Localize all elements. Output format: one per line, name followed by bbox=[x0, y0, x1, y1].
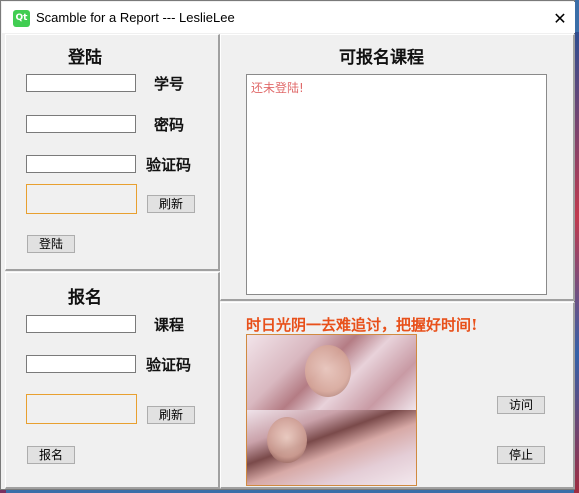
enroll-captcha-image bbox=[26, 394, 137, 424]
login-heading: 登陆 bbox=[68, 48, 102, 68]
login-captcha-image bbox=[26, 184, 137, 214]
app-window: Qt Scamble for a Report --- LeslieLee ✕ … bbox=[0, 0, 575, 490]
login-captcha-label: 验证码 bbox=[146, 156, 192, 174]
course-input[interactable] bbox=[26, 315, 136, 333]
stop-button[interactable]: 停止 bbox=[497, 446, 545, 464]
photo-figure-2 bbox=[267, 417, 307, 463]
enroll-heading: 报名 bbox=[68, 288, 102, 308]
photo-slideshow bbox=[246, 334, 417, 486]
login-refresh-button[interactable]: 刷新 bbox=[147, 195, 195, 213]
enroll-captcha-label: 验证码 bbox=[146, 356, 192, 374]
close-icon: ✕ bbox=[553, 9, 567, 28]
student-id-label: 学号 bbox=[154, 75, 185, 93]
course-list[interactable]: 还未登陆! bbox=[246, 74, 547, 295]
visit-button[interactable]: 访问 bbox=[497, 396, 545, 414]
password-input[interactable] bbox=[26, 115, 136, 133]
qt-app-icon: Qt bbox=[13, 10, 30, 27]
window-title: Scamble for a Report --- LeslieLee bbox=[36, 10, 235, 25]
login-status-text: 还未登陆! bbox=[251, 81, 304, 95]
courses-panel: 可报名课程 还未登陆! bbox=[220, 34, 575, 301]
enroll-refresh-button[interactable]: 刷新 bbox=[147, 406, 195, 424]
login-panel: 登陆 学号 密码 验证码 刷新 登陆 bbox=[5, 34, 220, 271]
title-bar[interactable]: Qt Scamble for a Report --- LeslieLee ✕ bbox=[2, 2, 575, 33]
enroll-captcha-input[interactable] bbox=[26, 355, 136, 373]
courses-heading: 可报名课程 bbox=[339, 48, 424, 68]
course-label: 课程 bbox=[154, 316, 185, 334]
login-captcha-input[interactable] bbox=[26, 155, 136, 173]
slogan-text: 时日光阴一去难追讨，把握好时间! bbox=[246, 316, 478, 334]
password-label: 密码 bbox=[154, 116, 185, 134]
close-window-button[interactable]: ✕ bbox=[543, 3, 577, 34]
student-id-input[interactable] bbox=[26, 74, 136, 92]
photo-figure-1 bbox=[305, 345, 351, 397]
enroll-button[interactable]: 报名 bbox=[27, 446, 75, 464]
media-panel: 时日光阴一去难追讨，把握好时间! 访问 停止 bbox=[220, 302, 575, 489]
enroll-panel: 报名 课程 验证码 刷新 报名 bbox=[5, 272, 220, 489]
login-button[interactable]: 登陆 bbox=[27, 235, 75, 253]
